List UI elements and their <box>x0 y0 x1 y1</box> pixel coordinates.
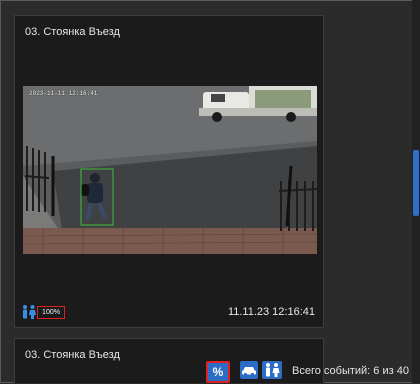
scene-image <box>23 86 317 254</box>
camera-snapshot[interactable]: 2023-11-11 12:16:41 <box>23 86 317 254</box>
camera-title: 03. Стоянка Въезд <box>25 26 120 38</box>
video-timestamp: 2023-11-11 12:16:41 <box>29 90 98 97</box>
scrollbar-thumb[interactable] <box>413 150 419 216</box>
people-icon <box>262 363 282 383</box>
event-card[interactable]: 03. Стоянка Въезд <box>14 15 324 328</box>
car-filter-button[interactable] <box>240 361 258 379</box>
percent-filter-button[interactable]: % <box>206 361 230 383</box>
camera-title: 03. Стоянка Въезд <box>25 349 120 361</box>
card-footer: 100% 11.11.23 12:16:41 <box>15 304 323 324</box>
people-icon <box>21 304 37 325</box>
confidence-badge: 100% <box>37 306 65 319</box>
events-count: Всего событий: 6 из 40 <box>292 365 409 377</box>
people-filter-button[interactable] <box>262 361 282 379</box>
car-icon <box>240 366 258 383</box>
event-datetime: 11.11.23 12:16:41 <box>227 306 315 318</box>
bottom-toolbar: % Всего событий: 6 из 40 <box>200 356 415 383</box>
